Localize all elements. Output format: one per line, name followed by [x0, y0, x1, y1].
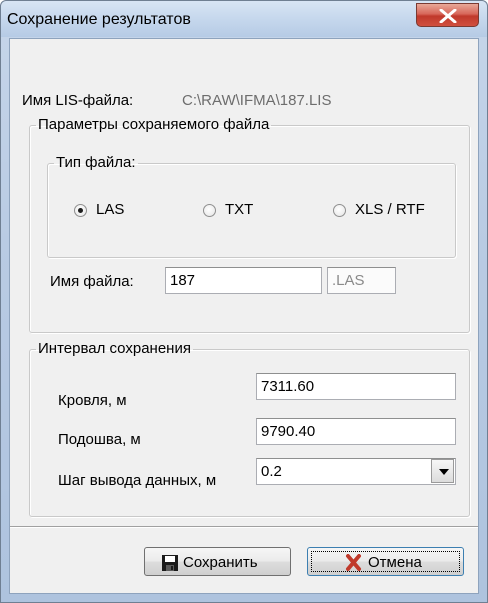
- radio-xls-rtf-label: XLS / RTF: [355, 201, 425, 218]
- close-icon: [439, 9, 457, 23]
- close-button[interactable]: [416, 3, 479, 27]
- radio-txt-button[interactable]: [203, 204, 216, 217]
- cancel-x-icon: [346, 554, 361, 571]
- save-button-label: Сохранить: [183, 554, 258, 571]
- window-title: Сохранение результатов: [7, 11, 191, 28]
- dialog-window: Сохранение результатов Имя LIS-файла: C:…: [0, 0, 488, 603]
- save-button[interactable]: Сохранить: [144, 547, 291, 576]
- filename-input[interactable]: 187: [165, 267, 322, 294]
- radio-las-button[interactable]: [74, 204, 87, 217]
- button-separator: [10, 526, 478, 528]
- bottom-depth-label: Подошва, м: [58, 431, 141, 448]
- bottom-depth-input[interactable]: 9790.40: [256, 418, 456, 445]
- file-extension-field: .LAS: [327, 267, 396, 294]
- title-bar[interactable]: Сохранение результатов: [1, 1, 487, 37]
- cancel-button[interactable]: Отмена: [307, 547, 464, 576]
- filename-label: Имя файла:: [50, 273, 134, 290]
- lis-file-path: C:\RAW\IFMA\187.LIS: [182, 92, 332, 109]
- lis-file-label: Имя LIS-файла:: [22, 92, 134, 109]
- params-group-legend: Параметры сохраняемого файла: [38, 116, 270, 133]
- cancel-button-label: Отмена: [368, 554, 422, 571]
- top-depth-label: Кровля, м: [58, 392, 127, 409]
- step-dropdown-value: 0.2: [261, 463, 282, 480]
- radio-xls-rtf-button[interactable]: [333, 204, 346, 217]
- file-type-legend: Тип файла:: [56, 154, 136, 171]
- chevron-down-icon[interactable]: [431, 459, 454, 483]
- interval-group-legend: Интервал сохранения: [38, 340, 191, 357]
- top-depth-input[interactable]: 7311.60: [256, 373, 456, 400]
- step-label: Шаг вывода данных, м: [58, 472, 217, 489]
- dialog-body: Имя LIS-файла: C:\RAW\IFMA\187.LIS Парам…: [9, 38, 479, 594]
- floppy-disk-icon: [162, 555, 178, 571]
- radio-txt-label: TXT: [225, 201, 254, 218]
- radio-las-label: LAS: [96, 201, 125, 218]
- step-dropdown[interactable]: 0.2: [256, 458, 456, 485]
